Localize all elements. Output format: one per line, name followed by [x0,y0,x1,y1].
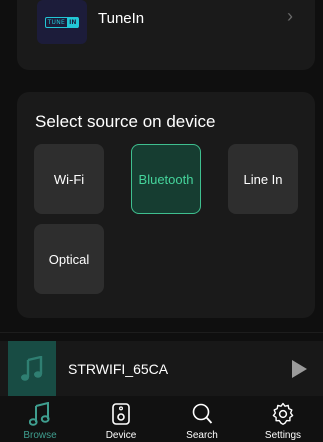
tab-device[interactable]: Device [81,396,161,442]
music-note-icon [21,355,43,381]
tunein-logo-text-right: IN [67,16,79,28]
tab-settings[interactable]: Settings [243,396,323,442]
source-title: Select source on device [35,112,216,131]
play-icon[interactable] [292,360,307,378]
tunein-logo-text-left: TUNE [47,18,66,26]
speaker-icon [112,403,130,425]
tab-label-search: Search [186,430,218,441]
source-button-optical[interactable]: Optical [34,224,104,294]
album-art [8,341,56,396]
source-button-bluetooth[interactable]: Bluetooth [131,144,201,214]
tunein-label: TuneIn [98,10,145,27]
tab-browse[interactable]: Browse [0,396,80,442]
tunein-service-row[interactable]: TUNE IN TuneIn › [17,0,315,70]
music-note-icon [29,402,50,426]
tab-label-settings: Settings [264,430,302,441]
tab-label-browse: Browse [23,430,57,441]
tab-search[interactable]: Search [162,396,242,442]
source-selection-card: Select source on device Wi-Fi Bluetooth … [17,92,315,318]
source-button-line-in[interactable]: Line In [228,144,298,214]
tab-bar: Browse Device Search Settings [0,396,323,442]
search-icon [192,403,213,424]
chevron-right-icon: › [287,6,293,26]
divider [0,332,323,333]
gear-icon [272,402,294,425]
tab-label-device: Device [105,430,137,441]
tunein-logo-badge: TUNE IN [44,16,80,28]
now-playing-bar[interactable]: STRWIFI_65CA [0,341,323,396]
tunein-logo: TUNE IN [37,0,87,44]
now-playing-title: STRWIFI_65CA [68,361,169,377]
source-button-wifi[interactable]: Wi-Fi [34,144,104,214]
